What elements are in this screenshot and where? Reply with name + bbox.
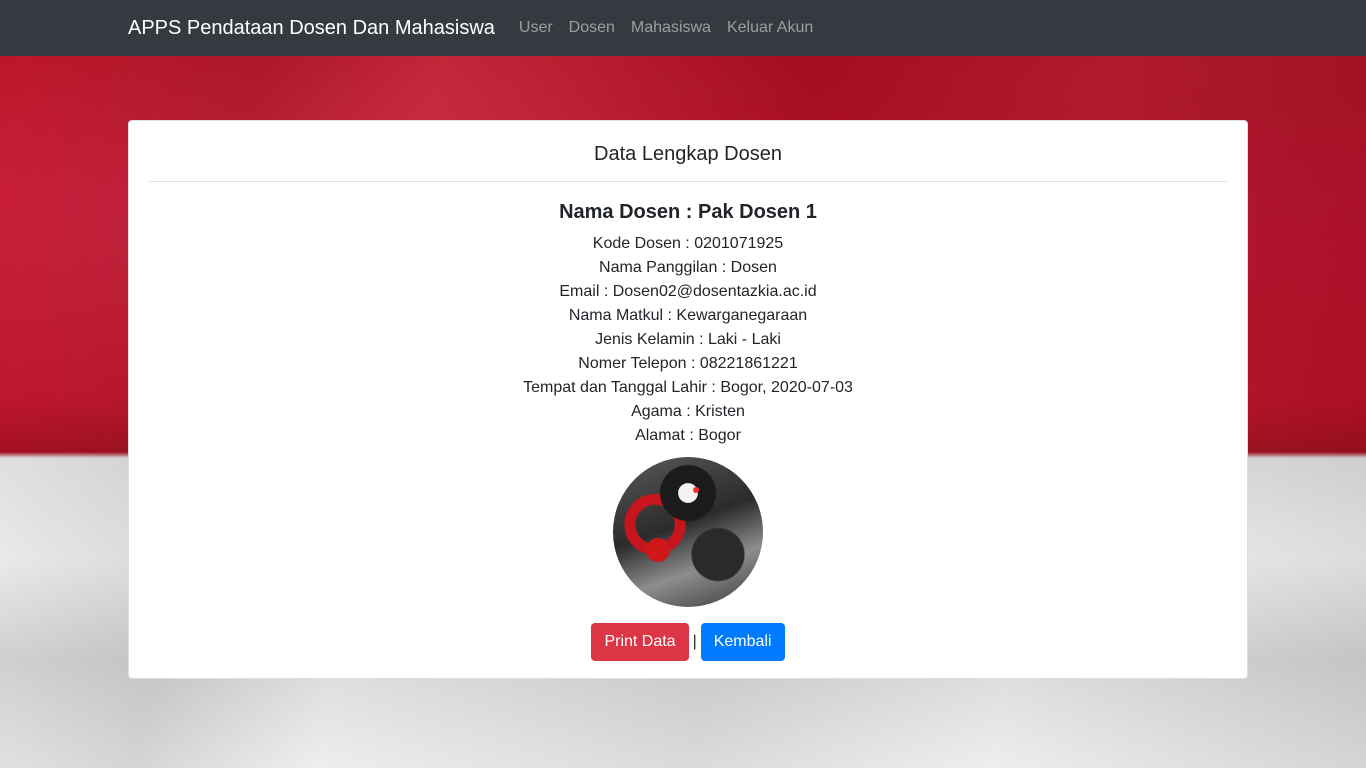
detail-email: Email : Dosen02@dosentazkia.ac.id	[559, 283, 817, 300]
lecturer-photo	[613, 457, 763, 607]
button-separator: |	[692, 633, 697, 650]
nav-link-user[interactable]: User	[511, 0, 561, 56]
detail-nickname: Nama Panggilan : Dosen	[599, 259, 777, 276]
detail-gender: Jenis Kelamin : Laki - Laki	[595, 331, 781, 348]
detail-address: Alamat : Bogor	[635, 427, 741, 444]
nav-link-mahasiswa[interactable]: Mahasiswa	[623, 0, 719, 56]
card-body: Nama Dosen : Pak Dosen 1 Kode Dosen : 02…	[149, 200, 1227, 661]
detail-course: Nama Matkul : Kewarganegaraan	[568, 307, 808, 324]
top-navbar: APPS Pendataan Dosen Dan Mahasiswa User …	[0, 0, 1366, 56]
card-title: Data Lengkap Dosen	[149, 121, 1227, 182]
nav-link-logout[interactable]: Keluar Akun	[719, 0, 821, 56]
detail-religion: Agama : Kristen	[631, 403, 745, 420]
lecturer-detail-card: Data Lengkap Dosen Nama Dosen : Pak Dose…	[128, 120, 1248, 679]
action-buttons: Print Data | Kembali	[149, 623, 1227, 661]
photo-detail	[693, 487, 699, 493]
back-button[interactable]: Kembali	[700, 623, 785, 661]
detail-birth: Tempat dan Tanggal Lahir : Bogor, 2020-0…	[523, 379, 853, 396]
navbar-brand[interactable]: APPS Pendataan Dosen Dan Mahasiswa	[128, 0, 495, 56]
detail-lecturer-code: Kode Dosen : 0201071925	[592, 235, 784, 252]
print-data-button[interactable]: Print Data	[591, 623, 689, 661]
lecturer-name: Nama Dosen : Pak Dosen 1	[559, 201, 817, 223]
nav-link-dosen[interactable]: Dosen	[561, 0, 623, 56]
detail-phone: Nomer Telepon : 08221861221	[578, 355, 798, 372]
